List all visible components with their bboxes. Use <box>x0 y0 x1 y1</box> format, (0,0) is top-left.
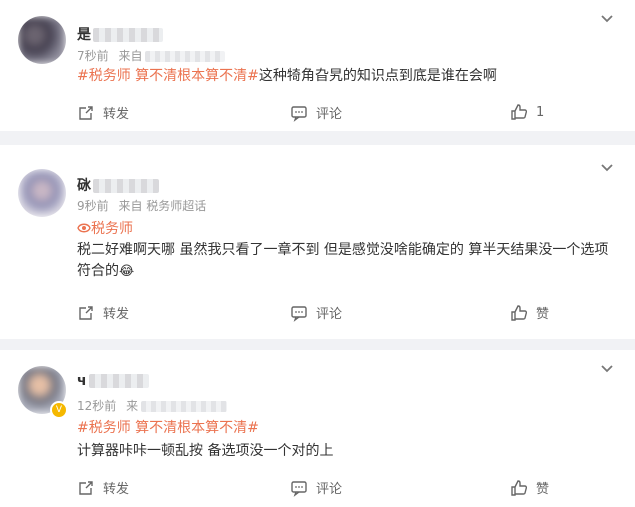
verified-badge-icon: V <box>50 401 68 419</box>
like-button[interactable]: 1 <box>510 103 544 121</box>
thumbs-up-icon <box>511 104 528 120</box>
comment-meta: 7秒前 来自 <box>77 47 226 64</box>
repost-button[interactable]: 转发 <box>77 103 129 122</box>
chevron-down-icon[interactable] <box>599 160 615 176</box>
avatar[interactable] <box>18 16 66 64</box>
comment-card: 砯 9秒前 来自 税务师超话 税务师 税二好难啊天哪 虽然我只看了一章不到 但是… <box>0 145 635 339</box>
comment-icon <box>291 305 307 322</box>
action-bar: 转发 评论 1 <box>0 103 635 123</box>
comment-card: V ч 12秒前 来 #税务师 算不清根本算不清# 计算器咔咔一顿乱按 备选项没… <box>0 350 635 507</box>
comment-time: 12秒前 <box>77 399 117 413</box>
repost-button[interactable]: 转发 <box>77 303 129 322</box>
laugh-emoji-icon: 😂 <box>119 264 135 279</box>
thumbs-up-icon <box>511 479 528 496</box>
user-name[interactable]: ч <box>77 373 149 389</box>
supertopic-icon <box>77 223 91 233</box>
comment-card: 是 7秒前 来自 #税务师 算不清根本算不清#这种犄角旮旯的知识点到底是谁在会啊… <box>0 0 635 131</box>
avatar[interactable] <box>18 169 66 217</box>
supertopic-link[interactable]: 税务师 <box>77 218 133 238</box>
like-button[interactable]: 赞 <box>510 478 549 497</box>
comment-text: 税二好难啊天哪 虽然我只看了一章不到 但是感觉没啥能确定的 算半天结果没一个选项… <box>77 242 609 279</box>
comment-icon <box>291 480 307 497</box>
comment-button[interactable]: 评论 <box>290 103 342 122</box>
comment-text: 计算器咔咔一顿乱按 备选项没一个对的上 <box>77 443 334 459</box>
comment-time: 7秒前 <box>77 49 109 63</box>
comment-meta: 9秒前 来自 税务师超话 <box>77 197 206 214</box>
repost-icon <box>79 305 93 320</box>
topic-tag[interactable]: #税务师 算不清根本算不清# <box>77 68 259 84</box>
comment-icon <box>291 105 307 122</box>
user-name[interactable]: 砯 <box>77 175 159 195</box>
comment-meta: 12秒前 来 <box>77 397 228 414</box>
repost-icon <box>79 105 93 120</box>
thumbs-up-icon <box>511 304 528 321</box>
comment-text: #税务师 算不清根本算不清#这种犄角旮旯的知识点到底是谁在会啊 <box>77 68 497 84</box>
action-bar: 转发 评论 赞 <box>0 478 635 498</box>
action-bar: 转发 评论 赞 <box>0 303 635 323</box>
user-name[interactable]: 是 <box>77 24 163 44</box>
chevron-down-icon[interactable] <box>599 11 615 27</box>
comment-source[interactable]: 来自 税务师超话 <box>118 199 206 213</box>
comment-button[interactable]: 评论 <box>290 478 342 497</box>
repost-icon <box>79 480 93 495</box>
like-count: 1 <box>536 104 545 120</box>
comment-time: 9秒前 <box>77 199 109 213</box>
comment-source: 来 <box>126 399 139 413</box>
like-button[interactable]: 赞 <box>510 303 549 322</box>
comment-button[interactable]: 评论 <box>290 303 342 322</box>
topic-tag[interactable]: #税务师 算不清根本算不清# <box>77 417 259 437</box>
repost-button[interactable]: 转发 <box>77 478 129 497</box>
comment-source: 来自 <box>118 49 143 63</box>
chevron-down-icon[interactable] <box>599 361 615 377</box>
